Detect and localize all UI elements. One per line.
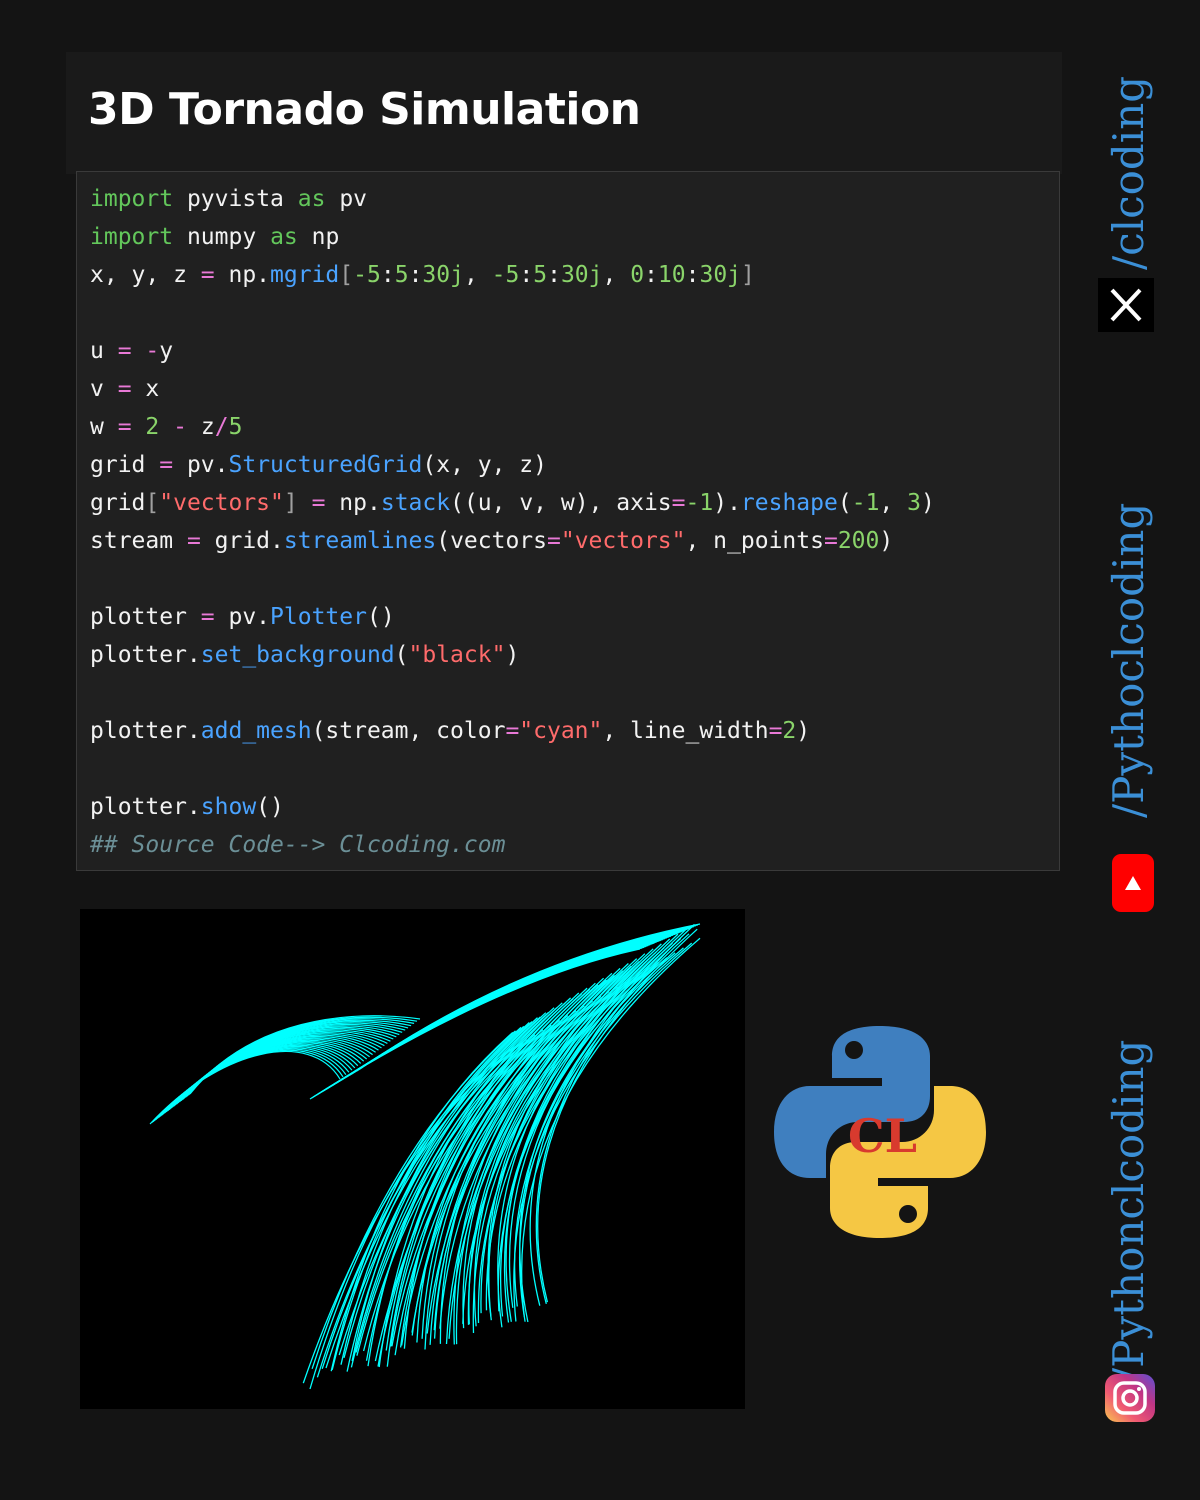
code-line-18: ## Source Code--> Clcoding.com bbox=[90, 832, 506, 858]
x-handle[interactable]: /clcoding bbox=[1104, 76, 1153, 270]
token: as bbox=[297, 186, 326, 212]
token: import bbox=[90, 186, 174, 212]
streamline bbox=[519, 947, 684, 1322]
code-line-13: plotter.set_background("black") bbox=[90, 642, 520, 668]
streamline bbox=[485, 938, 671, 1311]
token: np bbox=[311, 224, 340, 250]
code-line-2: import numpy as np bbox=[90, 218, 339, 256]
code-line-10: stream = grid.streamlines(vectors="vecto… bbox=[90, 528, 894, 554]
token: numpy bbox=[186, 224, 257, 250]
youtube-handle[interactable]: /Pythoclcoding bbox=[1104, 503, 1153, 818]
code-line-7: w = 2 - z/5 bbox=[90, 414, 243, 440]
code-block: import pyvista as pv import numpy as np … bbox=[76, 171, 1060, 871]
token: as bbox=[270, 224, 298, 250]
streamline bbox=[149, 1050, 341, 1125]
code-line-15: plotter.add_mesh(stream, color="cyan", l… bbox=[90, 718, 811, 744]
code-line-12: plotter = pv.Plotter() bbox=[90, 604, 395, 630]
code-line-1: import pyvista as pv bbox=[90, 180, 367, 218]
streamline bbox=[468, 958, 638, 1325]
x-twitter-icon[interactable] bbox=[1098, 278, 1154, 332]
streamline bbox=[152, 1048, 347, 1123]
streamlines-render bbox=[149, 923, 701, 1390]
code-line-3: x, y, z = np.mgrid[-5:5:30j, -5:5:30j, 0… bbox=[90, 262, 755, 288]
tornado-plot bbox=[80, 909, 745, 1409]
token: import bbox=[90, 224, 174, 250]
code-line-8: grid = pv.StructuredGrid(x, y, z) bbox=[90, 452, 547, 478]
streamline bbox=[519, 952, 676, 1323]
instagram-icon[interactable] bbox=[1105, 1374, 1155, 1422]
instagram-handle[interactable]: /Pythonclcoding bbox=[1104, 1040, 1153, 1382]
code-line-17: plotter.show() bbox=[90, 794, 284, 820]
token: pyvista bbox=[186, 186, 284, 212]
token: pv bbox=[339, 186, 368, 212]
cl-logo-text: CL bbox=[848, 1109, 917, 1163]
streamline bbox=[151, 1049, 344, 1124]
page-title: 3D Tornado Simulation bbox=[88, 84, 641, 135]
streamline bbox=[332, 937, 668, 1087]
youtube-icon[interactable] bbox=[1112, 854, 1154, 912]
python-logo-icon: CL bbox=[770, 1022, 990, 1242]
code-line-5: u = -y bbox=[90, 338, 174, 364]
code-line-9: grid["vectors"] = np.stack((u, v, w), ax… bbox=[90, 490, 935, 516]
code-line-6: v = x bbox=[90, 376, 160, 402]
